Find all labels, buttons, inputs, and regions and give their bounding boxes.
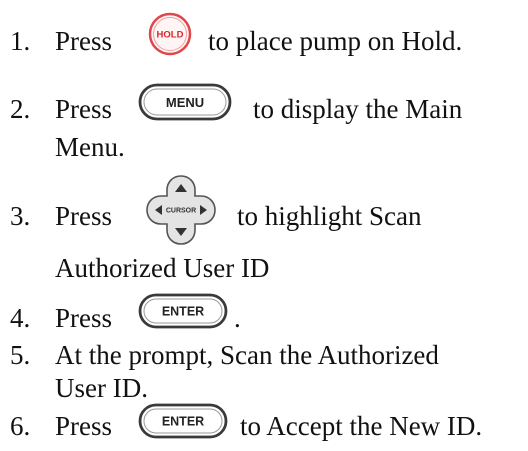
hold-button-icon: HOLD <box>147 11 193 57</box>
enter-button-icon: ENTER <box>137 292 229 330</box>
step-text-after: to highlight Scan <box>237 201 422 231</box>
step-text-after: to Accept the New ID. <box>240 411 483 441</box>
step-number: 4. <box>10 303 31 333</box>
cursor-pad-label: CURSOR <box>166 208 196 215</box>
step-number: 1. <box>10 26 31 56</box>
step-text-after: to place pump on Hold. <box>208 26 463 56</box>
step-text: Press <box>55 26 113 56</box>
hold-button-label: HOLD <box>157 30 184 41</box>
step-number: 6. <box>10 411 31 441</box>
step-text-continuation: Menu. <box>55 132 125 162</box>
enter-button-label: ENTER <box>162 415 204 429</box>
enter-button-icon: ENTER <box>137 402 229 440</box>
step-text: At the prompt, Scan the Authorized <box>55 340 439 370</box>
step-text: Press <box>55 411 113 441</box>
step-text-after: to display the Main <box>253 94 463 124</box>
step-number: 5. <box>10 340 31 370</box>
step-text-continuation: User ID. <box>55 373 148 403</box>
step-number: 2. <box>10 94 31 124</box>
step-text: Press <box>55 201 113 231</box>
step-number: 3. <box>10 201 31 231</box>
instruction-list: 1. Press HOLD to place pump on Hold. 2. … <box>0 0 528 451</box>
step-text-after: . <box>234 303 241 333</box>
enter-button-label: ENTER <box>162 305 204 319</box>
step-text: Press <box>55 94 113 124</box>
step-text-continuation: Authorized User ID <box>55 253 270 283</box>
cursor-pad-icon: CURSOR <box>143 172 219 248</box>
menu-button-label: MENU <box>166 95 204 110</box>
step-text: Press <box>55 303 113 333</box>
menu-button-icon: MENU <box>137 82 233 122</box>
